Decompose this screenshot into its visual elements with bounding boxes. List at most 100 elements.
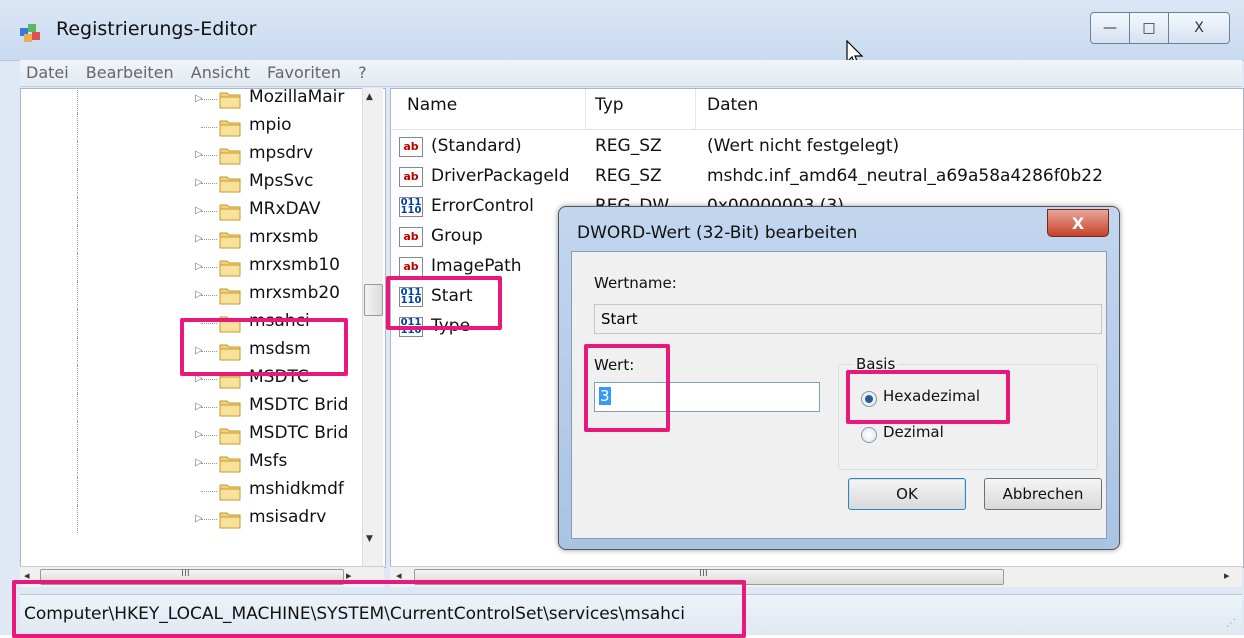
value-name: Type bbox=[431, 316, 471, 336]
close-icon: X bbox=[1194, 20, 1204, 36]
scroll-up-icon[interactable]: ▲ bbox=[366, 92, 373, 102]
tree-item[interactable]: ▷ Msfs bbox=[21, 449, 361, 477]
expand-arrow-icon[interactable]: ▷ bbox=[195, 457, 203, 468]
tree-item-label: mpsdrv bbox=[249, 143, 314, 163]
tree-item-label: mrxsmb20 bbox=[249, 283, 340, 303]
cancel-button[interactable]: Abbrechen bbox=[984, 478, 1102, 510]
radio-hexadecimal[interactable] bbox=[861, 391, 877, 407]
folder-icon bbox=[219, 148, 241, 165]
tree-item[interactable]: msahci bbox=[21, 309, 361, 337]
value-data-label: Wert: bbox=[594, 356, 635, 374]
column-separator[interactable] bbox=[695, 89, 696, 129]
folder-icon bbox=[219, 176, 241, 193]
expand-arrow-icon[interactable]: ▷ bbox=[195, 429, 203, 440]
tree-item[interactable]: ▷ msdsm bbox=[21, 337, 361, 365]
column-header-data[interactable]: Daten bbox=[707, 95, 758, 115]
radio-decimal[interactable] bbox=[861, 427, 877, 443]
value-row[interactable]: ab DriverPackageId REG_SZ mshdc.inf_amd64_n… bbox=[391, 163, 1243, 191]
string-value-icon: ab bbox=[399, 137, 423, 157]
tree-scroll-thumb[interactable] bbox=[364, 284, 383, 316]
radio-hexadecimal-label[interactable]: Hexadezimal bbox=[883, 387, 980, 405]
scroll-left-icon[interactable]: ◂ bbox=[396, 569, 402, 582]
folder-icon bbox=[219, 372, 241, 389]
menu-favoriten[interactable]: Favoriten bbox=[261, 61, 347, 84]
column-separator[interactable] bbox=[585, 89, 586, 129]
value-row[interactable]: ab (Standard) REG_SZ (Wert nicht festgelegt… bbox=[391, 133, 1243, 161]
expand-arrow-icon[interactable]: ▷ bbox=[195, 233, 203, 244]
folder-icon bbox=[219, 120, 241, 137]
registry-editor-icon bbox=[20, 24, 40, 42]
scroll-left-icon[interactable]: ◂ bbox=[24, 569, 30, 582]
expand-arrow-icon[interactable]: ▷ bbox=[195, 373, 203, 384]
folder-icon bbox=[219, 288, 241, 305]
scroll-down-icon[interactable]: ▼ bbox=[366, 534, 373, 544]
title-bar[interactable]: Registrierungs-Editor — □ X bbox=[0, 0, 1244, 61]
expand-arrow-icon[interactable]: ▷ bbox=[195, 93, 203, 104]
close-button[interactable]: X bbox=[1168, 12, 1230, 44]
tree-item[interactable]: ▷ msisadrv bbox=[21, 505, 361, 533]
tree-hscroll-thumb[interactable]: III bbox=[40, 568, 344, 585]
column-header-name[interactable]: Name bbox=[407, 95, 457, 115]
tree-item-label: msahci bbox=[249, 311, 310, 331]
string-value-icon: ab bbox=[399, 227, 423, 247]
minimize-button[interactable]: — bbox=[1090, 12, 1130, 44]
value-name: ErrorControl bbox=[431, 196, 534, 216]
tree-item[interactable]: ▷ mrxsmb20 bbox=[21, 281, 361, 309]
tree-connector bbox=[201, 435, 217, 436]
tree-item[interactable]: ▷ MozillaMair bbox=[21, 88, 361, 113]
value-name-label: Wertname: bbox=[594, 274, 677, 292]
folder-icon bbox=[219, 316, 241, 333]
expand-arrow-icon[interactable]: ▷ bbox=[195, 205, 203, 216]
tree-item-label: MozillaMair bbox=[249, 88, 345, 107]
column-header-type[interactable]: Typ bbox=[595, 95, 624, 115]
expand-arrow-icon[interactable]: ▷ bbox=[195, 149, 203, 160]
tree-item[interactable]: ▷ mrxsmb bbox=[21, 225, 361, 253]
tree-item[interactable]: ▷ MSDTC Brid bbox=[21, 421, 361, 449]
dword-value-icon: 011 110 bbox=[399, 287, 423, 307]
expand-arrow-icon[interactable]: ▷ bbox=[195, 261, 203, 272]
tree-item[interactable]: ▷ MSDTC Brid bbox=[21, 393, 361, 421]
menu-help[interactable]: ? bbox=[352, 61, 373, 84]
minimize-icon: — bbox=[1103, 20, 1117, 36]
tree-horizontal-scrollbar[interactable]: ◂ III ▸ bbox=[20, 566, 384, 587]
grip-icon: III bbox=[181, 568, 190, 579]
dialog-close-button[interactable]: X bbox=[1047, 209, 1109, 237]
menu-datei[interactable]: Datei bbox=[20, 61, 75, 84]
expand-arrow-icon[interactable]: ▷ bbox=[195, 401, 203, 412]
value-type: REG_SZ bbox=[595, 136, 662, 156]
menu-bar: Datei Bearbeiten Ansicht Favoriten ? bbox=[20, 60, 1242, 87]
tree-vertical-scrollbar[interactable]: ▲ ▼ bbox=[362, 88, 383, 566]
scroll-right-icon[interactable]: ▸ bbox=[346, 569, 352, 582]
menu-bearbeiten[interactable]: Bearbeiten bbox=[80, 61, 180, 84]
expand-arrow-icon[interactable]: ▷ bbox=[195, 513, 203, 524]
tree-item[interactable]: mpio bbox=[21, 113, 361, 141]
value-data-input[interactable]: 3 bbox=[594, 382, 820, 412]
expand-arrow-icon[interactable]: ▷ bbox=[195, 289, 203, 300]
tree-item[interactable]: ▷ MRxDAV bbox=[21, 197, 361, 225]
resize-grip-icon[interactable]: ⋰ bbox=[1226, 618, 1236, 629]
tree-item-label: mpio bbox=[249, 115, 292, 135]
tree-item[interactable]: ▷ MpsSvc bbox=[21, 169, 361, 197]
value-type: REG_SZ bbox=[595, 166, 662, 186]
expand-arrow-icon[interactable]: ▷ bbox=[195, 345, 203, 356]
list-hscroll-thumb[interactable]: III bbox=[414, 568, 1004, 585]
tree-item[interactable]: ▷ MSDTC bbox=[21, 365, 361, 393]
value-name: ImagePath bbox=[431, 256, 522, 276]
tree-guide-line bbox=[77, 477, 79, 505]
radio-decimal-label[interactable]: Dezimal bbox=[883, 423, 944, 441]
base-groupbox: Basis Hexadezimal Dezimal bbox=[838, 355, 1098, 470]
folder-icon bbox=[219, 400, 241, 417]
tree-item-label: MSDTC bbox=[249, 367, 309, 387]
tree-item[interactable]: ▷ mrxsmb10 bbox=[21, 253, 361, 281]
tree-item[interactable]: mshidkmdf bbox=[21, 477, 361, 505]
expand-arrow-icon[interactable]: ▷ bbox=[195, 177, 203, 188]
list-horizontal-scrollbar[interactable]: ◂ III ▸ bbox=[390, 566, 1242, 587]
scroll-right-icon[interactable]: ▸ bbox=[1224, 569, 1230, 582]
tree-item-label: msdsm bbox=[249, 339, 311, 359]
tree-item[interactable]: ▷ mpsdrv bbox=[21, 141, 361, 169]
value-name: Group bbox=[431, 226, 483, 246]
key-tree[interactable]: ▷ MozillaMair mpio ▷ mpsdrv ▷ MpsSvc ▷ MRxDAV ▷ mr… bbox=[20, 88, 386, 568]
menu-ansicht[interactable]: Ansicht bbox=[185, 61, 256, 84]
maximize-button[interactable]: □ bbox=[1129, 12, 1169, 44]
ok-button[interactable]: OK bbox=[848, 478, 966, 510]
